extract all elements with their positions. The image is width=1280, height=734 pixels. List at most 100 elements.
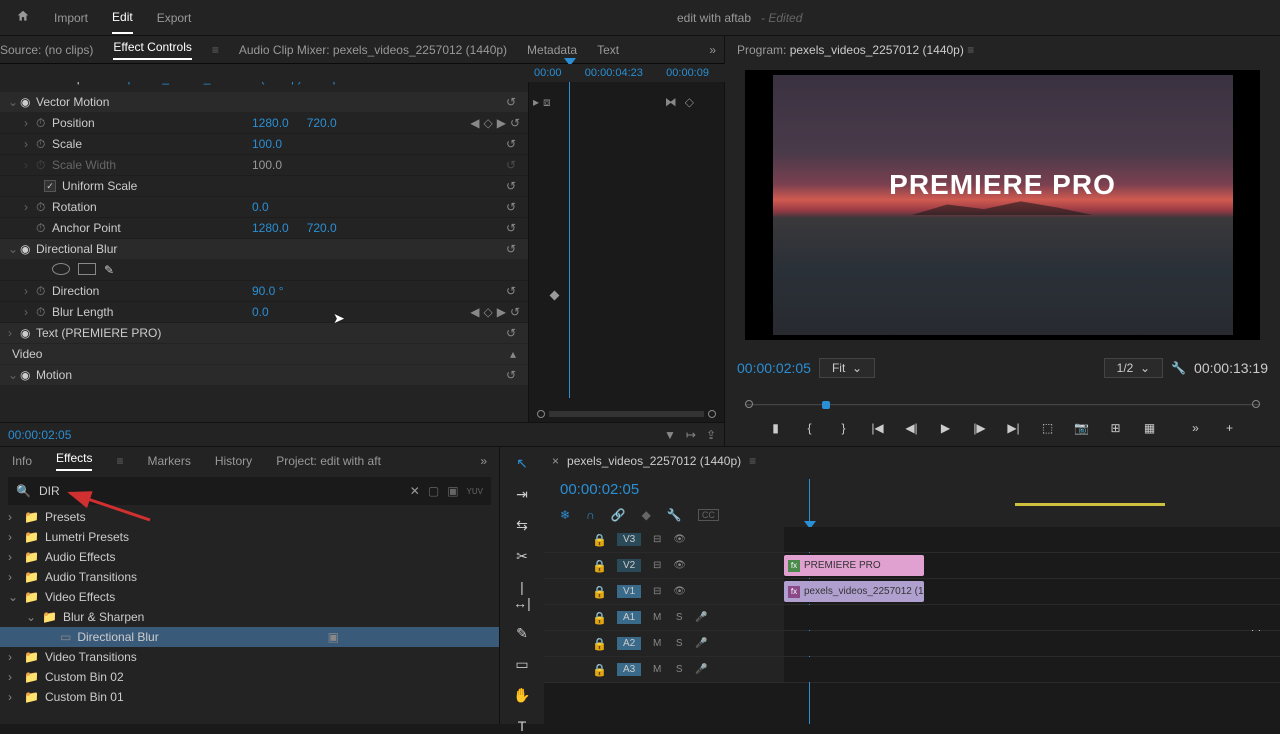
accel-icon[interactable]: ▣ xyxy=(447,484,458,498)
sync-icon[interactable]: ⊟ xyxy=(651,534,663,545)
lock-icon[interactable]: 🔒 xyxy=(592,611,607,625)
solo-icon[interactable]: S xyxy=(673,664,685,675)
home-icon[interactable] xyxy=(16,9,30,26)
stopwatch-icon[interactable]: ⏱ xyxy=(36,137,52,152)
tree-node-audio-effects[interactable]: ›📁Audio Effects xyxy=(0,547,499,567)
track-label[interactable]: V3 xyxy=(617,533,641,546)
goto-out-icon[interactable]: ▶| xyxy=(1005,421,1023,435)
zoom-select[interactable]: 1/2 ⌄ xyxy=(1104,358,1163,378)
chevron-right-icon[interactable]: › xyxy=(24,158,36,172)
tab-edit[interactable]: Edit xyxy=(112,2,133,34)
scale-value[interactable]: 100.0 xyxy=(252,137,300,151)
clip[interactable]: fxpexels_videos_2257012 (1 xyxy=(784,581,924,602)
lock-icon[interactable]: 🔒 xyxy=(592,663,607,677)
reset-icon[interactable]: ↺ xyxy=(506,326,528,340)
next-kf-icon[interactable]: ▶ xyxy=(497,116,506,130)
clip[interactable]: fxPREMIERE PRO xyxy=(784,555,924,576)
tab-project[interactable]: Project: edit with aft xyxy=(276,454,381,468)
eye-icon[interactable]: ◉ xyxy=(20,242,36,256)
reset-icon[interactable]: ↺ xyxy=(506,284,528,298)
step-back-icon[interactable]: ◀| xyxy=(903,421,921,435)
tab-effects[interactable]: Effects xyxy=(56,451,92,471)
sync-icon[interactable]: ⊟ xyxy=(651,586,663,597)
out-bracket-icon[interactable]: } xyxy=(835,421,853,435)
prev-kf-icon[interactable]: ◀ xyxy=(470,116,479,130)
close-sequence-icon[interactable]: × xyxy=(552,454,559,468)
cc-icon[interactable]: CC xyxy=(698,509,719,521)
tree-node-video-effects[interactable]: ⌄📁Video Effects xyxy=(0,587,499,607)
panel-menu-icon[interactable]: ≡ xyxy=(967,43,974,57)
eye-icon[interactable]: ◉ xyxy=(20,95,36,109)
eye-icon[interactable]: ◉ xyxy=(20,368,36,382)
reset-icon[interactable]: ↺ xyxy=(506,368,528,382)
in-bracket-icon[interactable]: { xyxy=(801,421,819,435)
tab-info[interactable]: Info xyxy=(12,454,32,468)
add-kf-icon[interactable]: ◇ xyxy=(483,305,492,319)
lock-icon[interactable]: 🔒 xyxy=(592,533,607,547)
effects-search-input[interactable] xyxy=(39,484,402,498)
tree-node-directional-blur[interactable]: ▭Directional Blur▣ xyxy=(0,627,499,647)
lift-icon[interactable]: ⬚ xyxy=(1039,421,1057,435)
camera-icon[interactable]: 📷 xyxy=(1073,421,1091,435)
timeline-tracks[interactable]: 🔒 V3 ⊟👁 🔒 V2 ⊟👁 fxPREMIERE PRO 🔒 V1 ⊟👁 f… xyxy=(544,527,1280,724)
add-button-icon[interactable]: + xyxy=(1221,421,1239,435)
chevron-right-icon[interactable]: › xyxy=(24,284,36,298)
ripple-tool-icon[interactable]: ⇆ xyxy=(512,517,532,534)
rotation-value[interactable]: 0.0 xyxy=(252,200,287,214)
voice-icon[interactable]: 🎤 xyxy=(695,664,707,675)
tree-node-custom-bin-02[interactable]: ›📁Custom Bin 02 xyxy=(0,667,499,687)
anchor-x[interactable]: 1280.0 xyxy=(252,221,307,235)
direction-value[interactable]: 90.0 ° xyxy=(252,284,302,298)
fx-text-layer[interactable]: Text (PREMIERE PRO) xyxy=(36,326,236,340)
panel-menu-icon[interactable]: ≡ xyxy=(116,454,123,468)
kf-collapse-icon[interactable]: ▸ xyxy=(533,95,539,110)
program-monitor[interactable]: PREMIERE PRO xyxy=(745,70,1260,340)
track-label[interactable]: A2 xyxy=(617,637,641,650)
mask-rect-icon[interactable] xyxy=(78,263,96,275)
stopwatch-icon[interactable]: ⏱ xyxy=(36,200,52,215)
zoom-end-icon[interactable] xyxy=(708,410,716,418)
solo-icon[interactable]: S xyxy=(673,612,685,623)
effect-timecode[interactable]: 00:00:02:05 xyxy=(8,428,71,442)
play-icon[interactable]: ▶ xyxy=(937,421,955,435)
lock-icon[interactable]: 🔒 xyxy=(592,637,607,651)
magnet-icon[interactable]: ∩ xyxy=(586,508,595,522)
compare-icon[interactable]: ▦ xyxy=(1141,421,1159,435)
track-label[interactable]: A3 xyxy=(617,663,641,676)
tree-node-presets[interactable]: ›📁Presets xyxy=(0,507,499,527)
keyframe[interactable] xyxy=(550,291,560,301)
tree-node-custom-bin-01[interactable]: ›📁Custom Bin 01 xyxy=(0,687,499,707)
zoom-start-icon[interactable] xyxy=(537,410,545,418)
reset-icon[interactable]: ↺ xyxy=(506,221,528,235)
program-scrubber[interactable] xyxy=(745,390,1260,410)
fit-select[interactable]: Fit ⌄ xyxy=(819,358,875,378)
kf-icon[interactable]: ⧈ xyxy=(543,95,551,110)
reset-icon[interactable]: ↺ xyxy=(506,95,528,109)
more-tabs-icon[interactable]: » xyxy=(709,43,716,57)
tab-export[interactable]: Export xyxy=(157,3,192,33)
solo-icon[interactable]: S xyxy=(673,638,685,649)
tree-node-audio-transitions[interactable]: ›📁Audio Transitions xyxy=(0,567,499,587)
mask-pen-icon[interactable]: ✎ xyxy=(104,263,114,277)
zoom-bar[interactable] xyxy=(549,411,704,417)
stopwatch-icon[interactable]: ⏱ xyxy=(36,284,52,299)
eye-icon[interactable]: ◉ xyxy=(20,326,36,340)
reset-icon[interactable]: ↺ xyxy=(506,179,528,193)
mute-icon[interactable]: M xyxy=(651,638,663,649)
wrench-icon[interactable]: 🔧 xyxy=(667,508,682,522)
add-kf-icon[interactable]: ◇ xyxy=(483,116,492,130)
reset-icon[interactable]: ↺ xyxy=(510,305,520,319)
voice-icon[interactable]: 🎤 xyxy=(695,612,707,623)
goto-in-icon[interactable]: |◀ xyxy=(869,421,887,435)
reset-icon[interactable]: ↺ xyxy=(506,137,528,151)
blur-length-value[interactable]: 0.0 xyxy=(252,305,287,319)
type-tool-icon[interactable]: T xyxy=(512,718,532,734)
tab-audio-mixer[interactable]: Audio Clip Mixer: pexels_videos_2257012 … xyxy=(239,43,507,57)
yuv-icon[interactable]: YUV xyxy=(467,487,483,496)
snap-icon[interactable]: ❄ xyxy=(560,508,570,522)
hand-tool-icon[interactable]: ✋ xyxy=(512,687,532,704)
voice-icon[interactable]: 🎤 xyxy=(695,638,707,649)
reset-icon[interactable]: ↺ xyxy=(506,200,528,214)
fx-directional-blur[interactable]: Directional Blur xyxy=(36,242,236,256)
tab-source[interactable]: Source: (no clips) xyxy=(0,43,93,57)
